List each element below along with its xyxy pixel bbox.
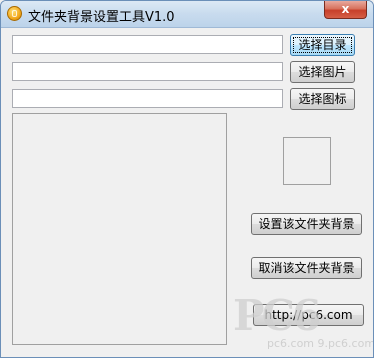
select-image-button[interactable]: 选择图片 <box>290 61 355 83</box>
icon-preview-box <box>283 137 331 185</box>
set-folder-background-button[interactable]: 设置该文件夹背景 <box>251 213 362 235</box>
watermark-text: pc6.com 9.pc6.com <box>267 337 374 350</box>
directory-path-input[interactable] <box>12 35 283 54</box>
select-directory-button[interactable]: 选择目录 <box>290 34 355 56</box>
window-title: 文件夹背景设置工具V1.0 <box>28 10 175 25</box>
title-bar[interactable]: 文件夹背景设置工具V1.0 x <box>1 1 373 28</box>
website-link-button[interactable]: http://pc6.com <box>253 304 364 326</box>
select-icon-button[interactable]: 选择图标 <box>290 88 355 110</box>
background-preview-panel <box>12 113 227 345</box>
cancel-folder-background-button[interactable]: 取消该文件夹背景 <box>251 257 362 279</box>
close-button[interactable]: x <box>324 1 367 19</box>
image-path-input[interactable] <box>12 62 283 81</box>
app-icon <box>7 6 22 21</box>
icon-path-input[interactable] <box>12 89 283 108</box>
main-window: 文件夹背景设置工具V1.0 x 选择目录 选择图片 选择图标 设置该文件夹背景 … <box>0 0 374 358</box>
